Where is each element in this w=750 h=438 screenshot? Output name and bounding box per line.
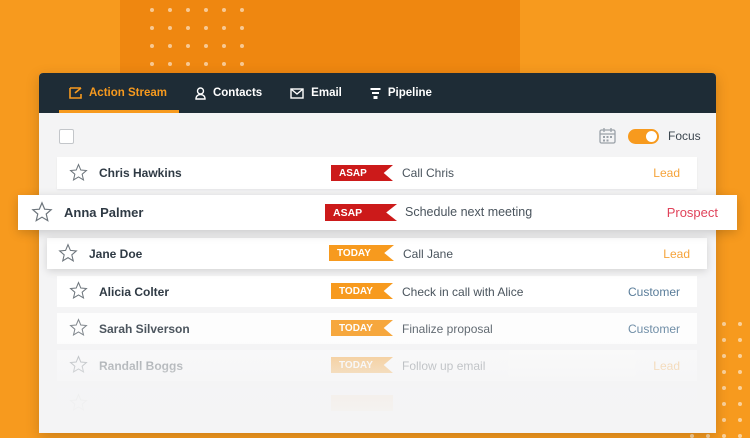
- tab-contacts[interactable]: Contacts: [195, 73, 262, 113]
- star-icon: [69, 393, 88, 412]
- contact-name[interactable]: Alicia Colter: [99, 285, 169, 299]
- calendar-icon[interactable]: [599, 127, 616, 149]
- tab-label: Pipeline: [387, 87, 432, 99]
- status-label: Customer: [627, 322, 680, 336]
- contacts-icon: [195, 86, 206, 100]
- decorative-dots-top: [150, 8, 244, 66]
- list-item[interactable]: Sarah Silverson TODAY Finalize proposal …: [57, 313, 697, 344]
- task-text[interactable]: Call Chris: [402, 166, 454, 180]
- task-text[interactable]: Schedule next meeting: [405, 205, 532, 219]
- focus-label: Focus: [668, 129, 701, 143]
- action-stream-icon: [69, 87, 82, 99]
- focus-toggle[interactable]: [628, 129, 659, 144]
- contact-name[interactable]: Chris Hawkins: [99, 166, 182, 180]
- star-icon[interactable]: [69, 163, 88, 182]
- priority-badge: TODAY: [331, 320, 393, 336]
- tab-label: Action Stream: [89, 87, 167, 99]
- contact-name[interactable]: Anna Palmer: [64, 205, 143, 220]
- tab-pipeline[interactable]: Pipeline: [370, 73, 432, 113]
- tab-label: Email: [311, 87, 342, 99]
- list-item[interactable]: Alicia Colter TODAY Check in call with A…: [57, 276, 697, 307]
- status-label: Lead: [653, 359, 680, 373]
- star-icon[interactable]: [69, 355, 88, 374]
- contact-name[interactable]: Jane Doe: [89, 247, 142, 261]
- status-label: Lead: [653, 166, 680, 180]
- star-icon[interactable]: [69, 281, 88, 300]
- select-all-checkbox[interactable]: [59, 129, 74, 144]
- list-item[interactable]: Randall Boggs TODAY Follow up email Lead: [57, 350, 697, 381]
- task-text[interactable]: Follow up email: [402, 359, 485, 373]
- star-icon[interactable]: [69, 318, 88, 337]
- tab-email[interactable]: Email: [290, 73, 342, 113]
- star-icon[interactable]: [58, 243, 78, 263]
- status-label: Prospect: [666, 205, 718, 220]
- task-text[interactable]: Check in call with Alice: [402, 285, 523, 299]
- toolbar: Focus: [39, 113, 716, 155]
- email-icon: [290, 87, 304, 99]
- tab-action-stream[interactable]: Action Stream: [59, 73, 179, 113]
- status-label: Customer: [627, 285, 680, 299]
- task-text[interactable]: Finalize proposal: [402, 322, 493, 336]
- list-item[interactable]: Jane Doe TODAY Call Jane Lead: [47, 238, 707, 269]
- priority-badge: ASAP: [331, 165, 393, 181]
- list-item-faded: [57, 388, 697, 419]
- status-label: Lead: [663, 247, 690, 261]
- priority-badge: TODAY: [331, 357, 393, 373]
- contact-name[interactable]: Randall Boggs: [99, 359, 183, 373]
- toggle-knob: [646, 131, 657, 142]
- star-icon[interactable]: [31, 201, 53, 223]
- tab-label: Contacts: [212, 87, 263, 99]
- top-nav: Action Stream Contacts Email Pipeline: [39, 73, 716, 113]
- priority-badge: TODAY: [331, 283, 393, 299]
- list-item[interactable]: Anna Palmer ASAP Schedule next meeting P…: [18, 195, 737, 230]
- badge-placeholder: [331, 395, 393, 411]
- list-item[interactable]: Chris Hawkins ASAP Call Chris Lead: [57, 157, 697, 189]
- pipeline-icon: [370, 87, 381, 100]
- contact-name[interactable]: Sarah Silverson: [99, 322, 190, 336]
- priority-badge: TODAY: [329, 245, 394, 261]
- task-text[interactable]: Call Jane: [403, 247, 453, 261]
- priority-badge: ASAP: [325, 204, 397, 221]
